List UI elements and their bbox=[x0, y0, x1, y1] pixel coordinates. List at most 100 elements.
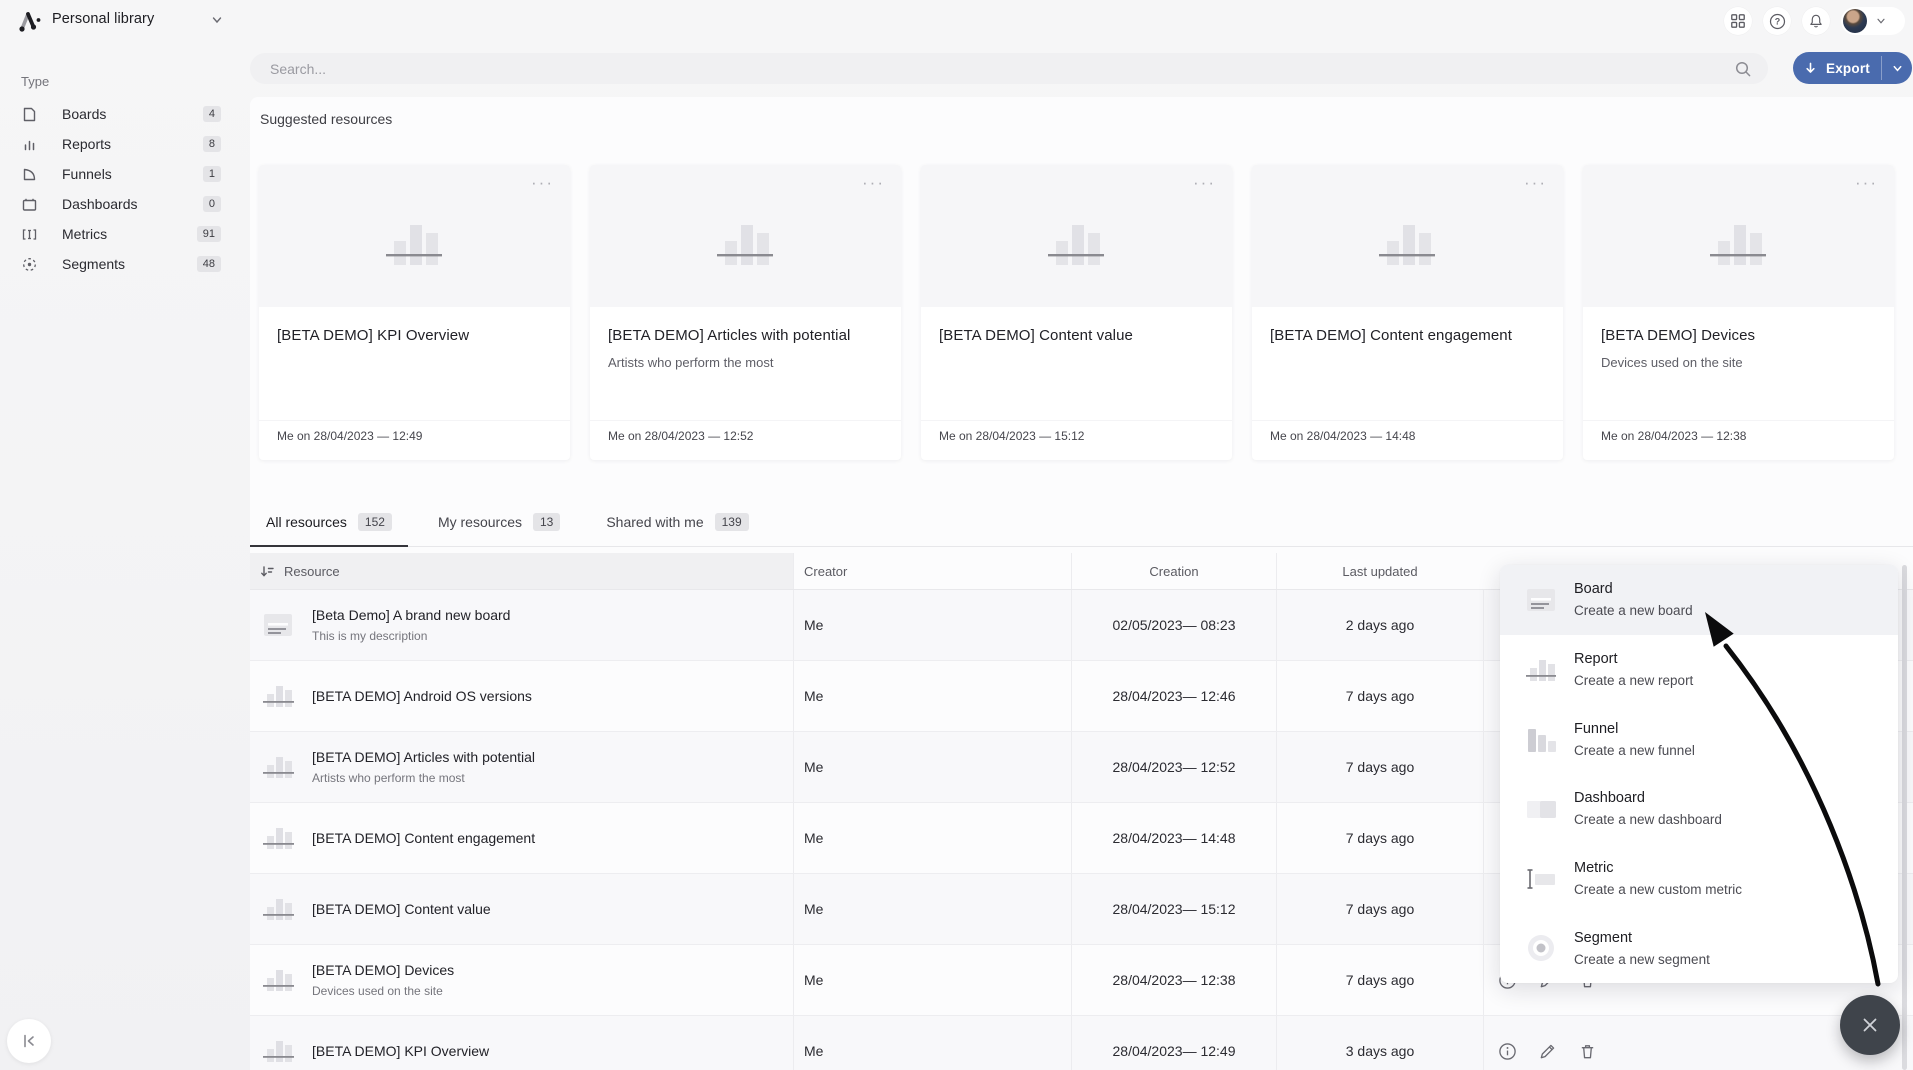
menu-item-metric[interactable]: Metric Create a new custom metric bbox=[1500, 844, 1898, 914]
resource-title: [BETA DEMO] KPI Overview bbox=[312, 1043, 489, 1059]
card-menu-button[interactable]: ··· bbox=[1855, 173, 1878, 193]
menu-item-segment[interactable]: Segment Create a new segment bbox=[1500, 913, 1898, 983]
creator-cell: Me bbox=[793, 1016, 1071, 1070]
sort-icon bbox=[260, 564, 275, 579]
menu-item-description: Create a new custom metric bbox=[1574, 882, 1742, 897]
help-button[interactable]: ? bbox=[1763, 7, 1791, 35]
creator-cell: Me bbox=[793, 732, 1071, 802]
creator-cell: Me bbox=[793, 590, 1071, 660]
resource-title: [BETA DEMO] Android OS versions bbox=[312, 688, 532, 704]
shared-with-me-count-badge: 139 bbox=[715, 513, 749, 531]
table-row[interactable]: [BETA DEMO] KPI Overview Me 28/04/2023— … bbox=[250, 1016, 1913, 1070]
sidebar-item-boards[interactable]: Boards 4 bbox=[0, 99, 250, 129]
creation-cell: 28/04/2023— 14:48 bbox=[1071, 803, 1276, 873]
menu-item-label: Metric bbox=[1574, 860, 1742, 876]
creator-cell: Me bbox=[793, 803, 1071, 873]
report-placeholder-icon bbox=[1377, 215, 1439, 269]
close-icon bbox=[1860, 1015, 1880, 1035]
card-menu-button[interactable]: ··· bbox=[1193, 173, 1216, 193]
creator-cell: Me bbox=[793, 874, 1071, 944]
vertical-scrollbar[interactable] bbox=[1902, 565, 1907, 1070]
card-footer: Me on 28/04/2023 — 14:48 bbox=[1252, 420, 1563, 460]
user-menu-button[interactable] bbox=[1841, 7, 1905, 35]
sidebar: Type Boards 4 Reports 8 Funnels 1 bbox=[0, 62, 250, 279]
suggested-card-devices[interactable]: ··· [BETA DEMO] Devices Devices used on … bbox=[1583, 165, 1894, 460]
dashboards-icon bbox=[21, 196, 38, 213]
export-options-button[interactable] bbox=[1882, 52, 1912, 84]
boards-count-badge: 4 bbox=[203, 106, 221, 122]
apps-grid-button[interactable] bbox=[1724, 7, 1752, 35]
workspace-chevron-down-icon[interactable] bbox=[210, 13, 224, 27]
menu-item-description: Create a new funnel bbox=[1574, 743, 1695, 758]
tab-my-resources[interactable]: My resources 13 bbox=[422, 497, 576, 546]
sidebar-item-dashboards[interactable]: Dashboards 0 bbox=[0, 189, 250, 219]
funnels-count-badge: 1 bbox=[203, 166, 221, 182]
card-title: [BETA DEMO] Devices bbox=[1601, 327, 1876, 344]
edit-button[interactable] bbox=[1537, 1041, 1557, 1061]
last-updated-cell: 2 days ago bbox=[1276, 590, 1483, 660]
resource-description: Devices used on the site bbox=[312, 984, 454, 998]
report-type-icon bbox=[260, 1033, 296, 1069]
report-type-icon bbox=[260, 891, 296, 927]
suggested-card-kpi-overview[interactable]: ··· [BETA DEMO] KPI Overview Me on 28/04… bbox=[259, 165, 570, 460]
card-menu-button[interactable]: ··· bbox=[1524, 173, 1547, 193]
reports-count-badge: 8 bbox=[203, 136, 221, 152]
sidebar-item-segments[interactable]: Segments 48 bbox=[0, 249, 250, 279]
tab-shared-with-me[interactable]: Shared with me 139 bbox=[590, 497, 764, 546]
sidebar-item-reports[interactable]: Reports 8 bbox=[0, 129, 250, 159]
creation-cell: 28/04/2023— 12:52 bbox=[1071, 732, 1276, 802]
column-header-creator[interactable]: Creator bbox=[793, 553, 1071, 589]
card-thumbnail: ··· bbox=[590, 165, 901, 307]
search-input[interactable] bbox=[250, 61, 1734, 77]
report-placeholder-icon bbox=[1046, 215, 1108, 269]
card-title: [BETA DEMO] KPI Overview bbox=[277, 327, 552, 344]
dashboard-menu-icon bbox=[1524, 792, 1558, 826]
apps-grid-icon bbox=[1730, 13, 1746, 29]
card-description: Artists who perform the most bbox=[608, 355, 883, 370]
resource-description: This is my description bbox=[312, 629, 510, 643]
resource-title: [BETA DEMO] Devices bbox=[312, 962, 454, 978]
report-placeholder-icon bbox=[384, 215, 446, 269]
help-icon: ? bbox=[1769, 13, 1786, 30]
menu-item-funnel[interactable]: Funnel Create a new funnel bbox=[1500, 704, 1898, 774]
column-header-last-updated[interactable]: Last updated bbox=[1276, 553, 1483, 589]
menu-item-dashboard[interactable]: Dashboard Create a new dashboard bbox=[1500, 774, 1898, 844]
suggested-card-content-engagement[interactable]: ··· [BETA DEMO] Content engagement Me on… bbox=[1252, 165, 1563, 460]
last-updated-cell: 3 days ago bbox=[1276, 1016, 1483, 1070]
card-thumbnail: ··· bbox=[259, 165, 570, 307]
collapse-sidebar-button[interactable] bbox=[7, 1019, 51, 1063]
card-footer: Me on 28/04/2023 — 12:38 bbox=[1583, 420, 1894, 460]
funnels-icon bbox=[21, 166, 38, 183]
close-fab-button[interactable] bbox=[1840, 995, 1900, 1055]
funnel-menu-icon bbox=[1524, 722, 1558, 756]
creation-cell: 28/04/2023— 15:12 bbox=[1071, 874, 1276, 944]
workspace-title[interactable]: Personal library bbox=[52, 11, 154, 27]
tab-all-resources[interactable]: All resources 152 bbox=[250, 497, 408, 546]
report-type-icon bbox=[260, 678, 296, 714]
delete-button[interactable] bbox=[1577, 1041, 1597, 1061]
card-menu-button[interactable]: ··· bbox=[862, 173, 885, 193]
menu-item-label: Report bbox=[1574, 651, 1693, 667]
bell-icon bbox=[1808, 13, 1824, 29]
card-menu-button[interactable]: ··· bbox=[531, 173, 554, 193]
report-type-icon bbox=[260, 962, 296, 998]
sidebar-item-metrics[interactable]: Metrics 91 bbox=[0, 219, 250, 249]
card-title: [BETA DEMO] Content engagement bbox=[1270, 327, 1545, 344]
suggested-card-articles-with-potential[interactable]: ··· [BETA DEMO] Articles with potential … bbox=[590, 165, 901, 460]
sidebar-item-funnels[interactable]: Funnels 1 bbox=[0, 159, 250, 189]
menu-item-description: Create a new report bbox=[1574, 673, 1693, 688]
suggested-card-content-value[interactable]: ··· [BETA DEMO] Content value Me on 28/0… bbox=[921, 165, 1232, 460]
card-description bbox=[1270, 355, 1545, 370]
notifications-button[interactable] bbox=[1802, 7, 1830, 35]
card-title: [BETA DEMO] Articles with potential bbox=[608, 327, 883, 344]
menu-item-report[interactable]: Report Create a new report bbox=[1500, 635, 1898, 705]
menu-item-label: Funnel bbox=[1574, 721, 1695, 737]
export-button[interactable]: Export bbox=[1793, 52, 1912, 84]
report-type-icon bbox=[260, 749, 296, 785]
column-header-creation[interactable]: Creation bbox=[1071, 553, 1276, 589]
card-thumbnail: ··· bbox=[1252, 165, 1563, 307]
menu-item-board[interactable]: Board Create a new board bbox=[1500, 565, 1898, 635]
export-label: Export bbox=[1826, 61, 1870, 76]
column-header-resource[interactable]: Resource bbox=[250, 553, 793, 589]
info-button[interactable] bbox=[1497, 1041, 1517, 1061]
